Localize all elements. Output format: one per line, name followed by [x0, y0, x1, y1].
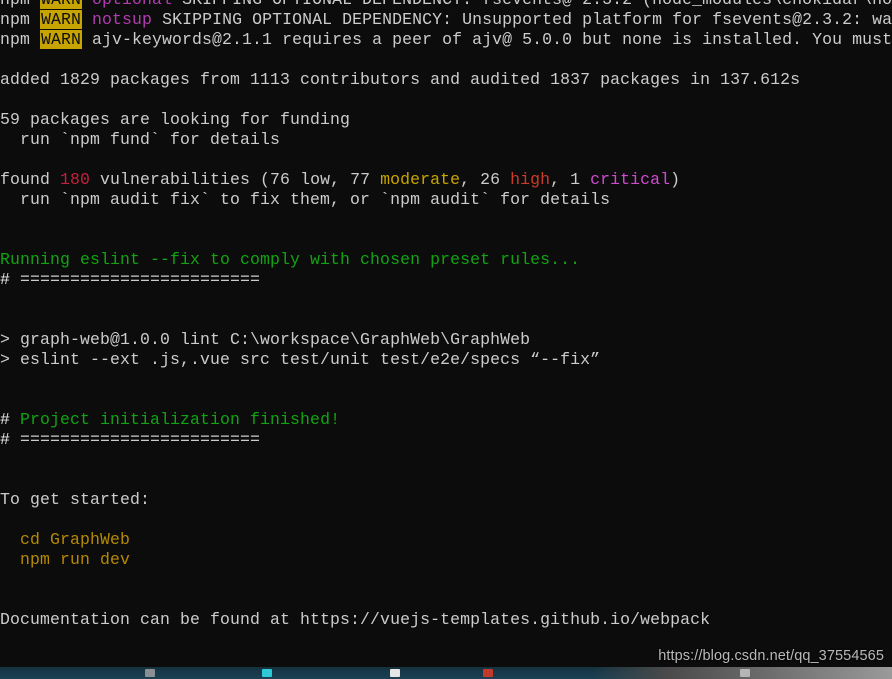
- terminal-text: SKIPPING OPTIONAL DEPENDENCY: Unsupporte…: [152, 10, 892, 29]
- terminal-text: notsup: [92, 10, 153, 29]
- terminal-line-blank-4: [0, 210, 892, 230]
- npm-warn-badge: WARN: [40, 30, 83, 49]
- terminal-line-blank-9: [0, 390, 892, 410]
- terminal-line-cmd-npm-run-dev: npm run dev: [0, 550, 892, 570]
- terminal-line-blank-2: [0, 90, 892, 110]
- npm-warn-badge: WARN: [40, 0, 83, 9]
- terminal-line-npm-warn-optional-clipped: npm WARN optional SKIPPING OPTIONAL DEPE…: [0, 0, 892, 10]
- terminal-text: SKIPPING OPTIONAL DEPENDENCY: fsevents@ …: [172, 0, 892, 9]
- terminal-text: #: [0, 430, 21, 449]
- terminal-text: , 1: [550, 170, 591, 189]
- terminal-line-divider-bottom: # ========================: [0, 430, 892, 450]
- terminal-line-vulnerabilities-summary: found 180 vulnerabilities (76 low, 77 mo…: [0, 170, 892, 190]
- npm-warn-badge: WARN: [40, 10, 83, 29]
- terminal-line-npm-script-eslint-cmd: > eslint --ext .js,.vue src test/unit te…: [0, 350, 892, 370]
- terminal-line-npm-warn-notsup: npm WARN notsup SKIPPING OPTIONAL DEPEND…: [0, 10, 892, 30]
- terminal-line-npm-script-lint: > graph-web@1.0.0 lint C:\workspace\Grap…: [0, 330, 892, 350]
- terminal-text: moderate: [380, 170, 461, 189]
- terminal-line-blank-7: [0, 310, 892, 330]
- terminal-line-to-get-started: To get started:: [0, 490, 892, 510]
- terminal-text: ): [670, 170, 681, 189]
- terminal-line-blank-15: [0, 630, 892, 650]
- terminal-text: #: [0, 270, 21, 289]
- windows-taskbar[interactable]: [0, 667, 892, 679]
- terminal-line-project-finished: # Project initialization finished!: [0, 410, 892, 430]
- terminal-text: #: [0, 410, 21, 429]
- terminal-line-blank-12: [0, 510, 892, 530]
- terminal-text: ========================: [20, 430, 261, 449]
- terminal-line-funding-run-hint: run `npm fund` for details: [0, 130, 892, 150]
- taskbar-icon-4[interactable]: [483, 669, 493, 677]
- terminal-text: To get started:: [0, 490, 151, 509]
- taskbar-icon-3[interactable]: [390, 669, 400, 677]
- terminal-text: 180: [60, 170, 91, 189]
- terminal-line-cmd-cd-graphweb: cd GraphWeb: [0, 530, 892, 550]
- terminal-line-blank-5: [0, 230, 892, 250]
- csdn-watermark: https://blog.csdn.net/qq_37554565: [658, 648, 884, 664]
- terminal-text: cd GraphWeb: [20, 530, 131, 549]
- terminal-line-blank-1: [0, 50, 892, 70]
- terminal-line-added-packages: added 1829 packages from 1113 contributo…: [0, 70, 892, 90]
- taskbar-icon-5[interactable]: [740, 669, 750, 677]
- terminal-line-blank-3: [0, 150, 892, 170]
- command-prompt-window[interactable]: npm WARN optional SKIPPING OPTIONAL DEPE…: [0, 0, 892, 667]
- terminal-line-blank-6: [0, 290, 892, 310]
- terminal-text: added 1829 packages from 1113 contributo…: [0, 70, 801, 89]
- taskbar-icon-1[interactable]: [145, 669, 155, 677]
- screen-capture: npm WARN optional SKIPPING OPTIONAL DEPE…: [0, 0, 892, 679]
- terminal-line-funding-packages: 59 packages are looking for funding: [0, 110, 892, 130]
- terminal-text: found: [0, 170, 61, 189]
- terminal-text: Running eslint --fix to comply with chos…: [0, 250, 581, 269]
- terminal-line-vulnerabilities-run-hint: run `npm audit fix` to fix them, or `npm…: [0, 190, 892, 210]
- terminal-text: vulnerabilities (76 low, 77: [90, 170, 381, 189]
- terminal-text: run `npm audit fix` to fix them, or `npm…: [0, 190, 611, 209]
- terminal-line-blank-14: [0, 590, 892, 610]
- terminal-text: Project initialization finished!: [20, 410, 341, 429]
- terminal-text: ========================: [20, 270, 261, 289]
- terminal-line-blank-13: [0, 570, 892, 590]
- terminal-text: high: [510, 170, 551, 189]
- terminal-text: npm: [0, 10, 41, 29]
- terminal-line-divider-top: # ========================: [0, 270, 892, 290]
- terminal-text: > eslint --ext .js,.vue src test/unit te…: [0, 350, 601, 369]
- terminal-text: 59 packages are looking for funding: [0, 110, 351, 129]
- terminal-text: ajv-keywords@2.1.1 requires a peer of aj…: [82, 30, 892, 49]
- terminal-text: > graph-web@1.0.0 lint C:\workspace\Grap…: [0, 330, 531, 349]
- taskbar-icon-2[interactable]: [262, 669, 272, 677]
- terminal-text: npm run dev: [20, 550, 131, 569]
- terminal-line-blank-10: [0, 450, 892, 470]
- terminal-text: Documentation can be found at https://vu…: [0, 610, 711, 629]
- terminal-line-blank-8: [0, 370, 892, 390]
- terminal-line-npm-warn-ajv-keywords: npm WARN ajv-keywords@2.1.1 requires a p…: [0, 30, 892, 50]
- terminal-line-blank-11: [0, 470, 892, 490]
- terminal-text: critical: [590, 170, 671, 189]
- terminal-text: npm: [0, 0, 40, 9]
- terminal-text: run `npm fund` for details: [0, 130, 281, 149]
- terminal-text: optional: [92, 0, 172, 9]
- terminal-text: , 26: [460, 170, 511, 189]
- terminal-line-documentation-link: Documentation can be found at https://vu…: [0, 610, 892, 630]
- terminal-text: npm: [0, 30, 41, 49]
- terminal-line-running-eslint: Running eslint --fix to comply with chos…: [0, 250, 892, 270]
